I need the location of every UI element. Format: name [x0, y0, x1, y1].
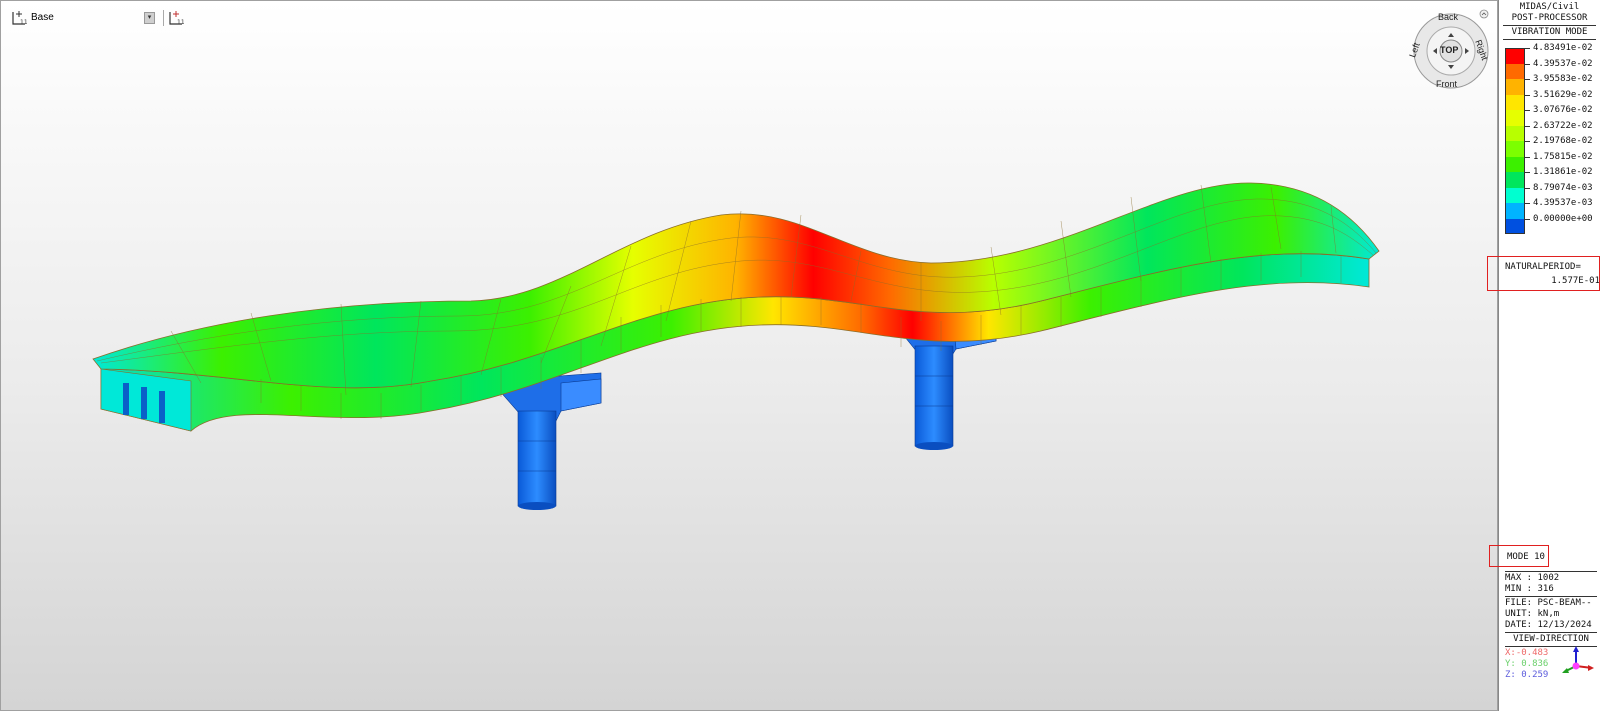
legend-value: 1.31861e-02: [1533, 167, 1593, 177]
highlight-box-mode: [1489, 545, 1549, 567]
legend-swatch: [1505, 94, 1525, 110]
legend-value: 1.75815e-02: [1533, 151, 1593, 162]
legend-swatch: [1505, 63, 1525, 79]
bridge-model[interactable]: [1, 1, 1498, 711]
view-back-button[interactable]: Back: [1438, 12, 1458, 22]
result-type: VIBRATION MODE: [1511, 27, 1588, 37]
unit-info: UNIT: kN,m: [1505, 609, 1560, 619]
legend-value: 4.39537e-03: [1533, 198, 1593, 208]
app-name: MIDAS/Civil: [1519, 2, 1580, 12]
legend-row: 8.79074e-03: [1505, 183, 1593, 203]
legend-swatch: [1505, 172, 1525, 188]
pier-left[interactable]: [490, 372, 602, 510]
divider: [1505, 596, 1597, 597]
legend-tick: [1525, 110, 1530, 111]
legend-tick: [1525, 94, 1530, 96]
legend-row: 3.95583e-02: [1505, 74, 1593, 95]
legend-value: 3.95583e-02: [1533, 74, 1593, 84]
legend-tick: [1525, 63, 1530, 65]
view-direction-label: VIEW-DIRECTION: [1513, 634, 1589, 644]
legend-value: 3.07676e-02: [1533, 105, 1593, 115]
legend-value: 4.39537e-02: [1533, 58, 1593, 69]
view-top-button[interactable]: TOP: [1440, 45, 1458, 55]
legend-swatch: [1505, 110, 1525, 126]
model-viewport[interactable]: 11 Base ▾ 11 TOP Back Front Left Right: [0, 0, 1498, 711]
legend-tick: [1525, 218, 1530, 220]
legend-swatch: [1505, 187, 1525, 203]
legend-row: 4.39537e-02: [1505, 59, 1593, 79]
view-cube[interactable]: TOP Back Front Left Right: [1407, 9, 1491, 91]
highlight-box-period: [1487, 256, 1600, 291]
legend-panel: MIDAS/Civil POST-PROCESSOR VIBRATION MOD…: [1498, 0, 1600, 711]
legend-row: 2.19768e-02: [1505, 136, 1593, 157]
legend-swatch: [1505, 203, 1525, 219]
divider: [1503, 39, 1596, 40]
contour-legend: 4.83491e-02 4.39537e-02 3.95583e-02 3.51629…: [1505, 43, 1593, 234]
divider: [1503, 25, 1596, 26]
legend-tick: [1525, 79, 1530, 80]
file-name: FILE: PSC-BEAM--: [1505, 598, 1592, 608]
legend-row: 2.63722e-02: [1505, 121, 1593, 141]
legend-row: 3.51629e-02: [1505, 90, 1593, 110]
legend-tick: [1525, 172, 1530, 173]
min-node: MIN : 316: [1505, 584, 1554, 594]
legend-value: 4.83491e-02: [1533, 43, 1593, 53]
legend-value: 3.51629e-02: [1533, 89, 1593, 100]
legend-swatch: [1505, 141, 1525, 157]
legend-value: 2.63722e-02: [1533, 120, 1593, 131]
module-name: POST-PROCESSOR: [1511, 13, 1588, 23]
legend-tick: [1525, 203, 1530, 204]
divider: [1505, 632, 1597, 633]
legend-tick: [1525, 141, 1530, 142]
legend-row: 4.39537e-03: [1505, 198, 1593, 219]
legend-swatch: [1505, 79, 1525, 95]
legend-value: 8.79074e-03: [1533, 182, 1593, 193]
legend-swatch: [1505, 125, 1525, 141]
legend-row: 1.75815e-02: [1505, 152, 1593, 172]
viewcube-collapse-icon[interactable]: [1479, 9, 1489, 19]
legend-row: 0.00000e+00: [1505, 214, 1593, 234]
legend-row: 3.07676e-02: [1505, 105, 1593, 126]
legend-swatch: [1505, 218, 1525, 234]
legend-row: 1.31861e-02: [1505, 167, 1593, 188]
legend-tick: [1525, 187, 1530, 189]
legend-value: 2.19768e-02: [1533, 136, 1593, 146]
legend-tick: [1525, 156, 1530, 158]
divider: [1505, 571, 1597, 572]
view-front-button[interactable]: Front: [1436, 79, 1457, 89]
legend-row: 4.83491e-02: [1505, 43, 1593, 64]
axis-triad-icon: [1562, 646, 1594, 673]
legend-tick: [1525, 125, 1530, 127]
legend-tick: [1525, 48, 1530, 49]
legend-value: 0.00000e+00: [1533, 213, 1593, 224]
max-node: MAX : 1002: [1505, 573, 1560, 583]
legend-swatch: [1505, 156, 1525, 172]
date-info: DATE: 12/13/2024: [1505, 620, 1592, 630]
legend-swatch: [1505, 48, 1525, 64]
